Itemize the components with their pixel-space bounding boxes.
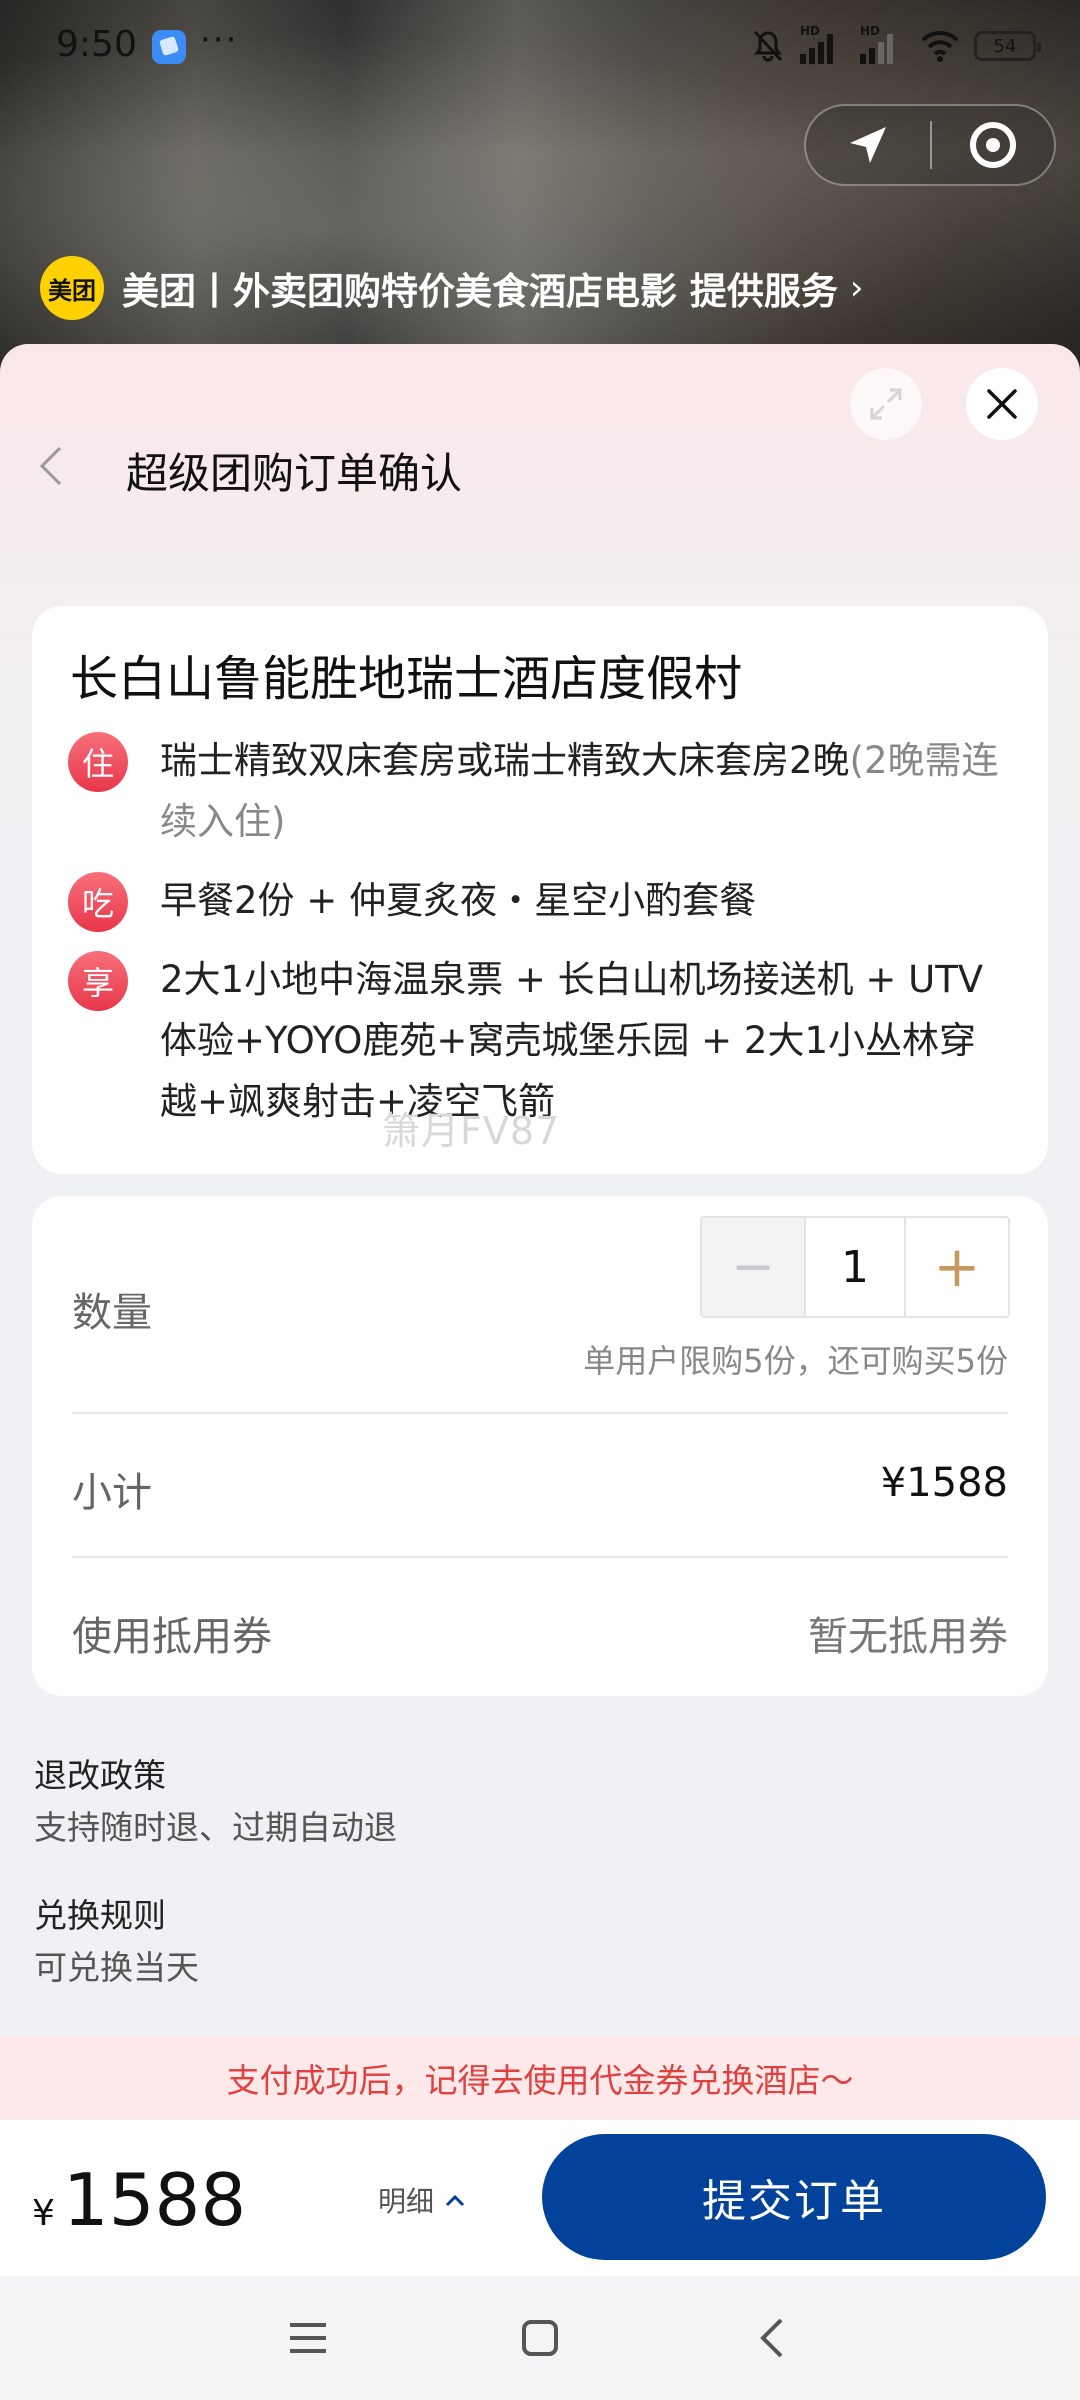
mini-program-capsule — [804, 104, 1056, 186]
navigation-arrow-icon — [850, 127, 886, 163]
quantity-stepper: − 1 + — [700, 1216, 1010, 1318]
order-sheet: 超级团购订单确认 长白山鲁能胜地瑞士酒店度假村 住 瑞士精致双床套房或瑞士精致大… — [0, 344, 1080, 2276]
menu-button[interactable] — [268, 2304, 348, 2372]
decrease-button[interactable]: − — [702, 1218, 804, 1316]
service-provider[interactable]: 美团 美团丨外卖团购特价美食酒店电影 提供服务 › — [40, 256, 864, 320]
status-bar: 9:50 ··· HD HD 54 — [0, 0, 1080, 96]
hotel-name: 长白山鲁能胜地瑞士酒店度假村 — [70, 651, 743, 707]
close-icon — [987, 389, 1017, 419]
total-amount: 1588 — [62, 2158, 247, 2242]
increase-button[interactable]: + — [906, 1218, 1008, 1316]
subtotal-value: ¥1588 — [880, 1460, 1008, 1506]
close-mini-program-button[interactable] — [932, 106, 1054, 184]
chevron-right-icon: › — [849, 268, 864, 308]
signal-1-icon: HD — [800, 24, 846, 64]
provider-text: 美团丨外卖团购特价美食酒店电影 提供服务 — [122, 270, 838, 313]
exchange-rules-title: 兑换规则 — [34, 1896, 166, 1935]
page-title: 超级团购订单确认 — [126, 449, 463, 498]
close-button[interactable] — [966, 368, 1038, 440]
chevron-up-icon — [445, 2194, 465, 2207]
signal-2-icon: HD — [860, 24, 906, 64]
divider — [72, 1556, 1008, 1558]
package-item-text: 早餐2份 + 仲夏炙夜・星空小酌套餐 — [160, 879, 757, 922]
package-item-stay: 住 瑞士精致双床套房或瑞士精致大床套房2晚(2晚需连续入住) — [68, 730, 1012, 852]
target-icon — [970, 122, 1016, 168]
currency-symbol: ¥ — [32, 2193, 55, 2234]
purchase-limit-note: 单用户限购5份，还可购买5份 — [583, 1342, 1008, 1380]
food-badge: 吃 — [68, 872, 128, 932]
coupon-label: 使用抵用券 — [72, 1614, 272, 1660]
quantity-label: 数量 — [72, 1290, 152, 1336]
stay-badge: 住 — [68, 732, 128, 792]
meituan-logo: 美团 — [40, 256, 104, 320]
home-button[interactable] — [500, 2304, 580, 2372]
mute-icon — [750, 28, 786, 64]
watermark: 箫月FV87 — [382, 1109, 561, 1153]
package-item-text: 2大1小地中海温泉票 + 长白山机场接送机 + UTV体验+YOYO鹿苑+窝壳城… — [160, 958, 984, 1123]
location-button[interactable] — [806, 106, 930, 184]
menu-icon — [290, 2323, 326, 2353]
coupon-value[interactable]: 暂无抵用券 — [808, 1604, 1008, 1662]
enjoy-badge: 享 — [68, 951, 128, 1011]
system-nav-bar — [0, 2276, 1080, 2400]
more-notifications-icon: ··· — [200, 20, 239, 60]
divider — [72, 1412, 1008, 1414]
quantity-value[interactable]: 1 — [804, 1218, 906, 1316]
system-back-button[interactable] — [732, 2304, 812, 2372]
home-icon — [522, 2320, 558, 2356]
refund-policy-text: 支持随时退、过期自动退 — [34, 1808, 397, 1847]
expand-button[interactable] — [850, 368, 922, 440]
refund-policy: 退改政策 支持随时退、过期自动退 — [34, 1750, 397, 1854]
chevron-left-icon — [39, 446, 62, 486]
total-price: ¥ 1588 — [32, 2158, 246, 2242]
order-card: 数量 − 1 + 单用户限购5份，还可购买5份 小计 ¥1588 使用抵用券 暂… — [32, 1196, 1048, 1696]
back-icon — [760, 2318, 783, 2358]
package-item-text: 瑞士精致双床套房或瑞士精致大床套房2晚(2晚需连续入住) — [160, 739, 999, 843]
exchange-rules: 兑换规则 可兑换当天 — [34, 1890, 199, 1994]
expand-icon — [870, 388, 902, 420]
status-time: 9:50 — [56, 24, 137, 65]
detail-label: 明细 — [378, 2185, 435, 2218]
status-indicators: HD HD 54 — [750, 24, 1041, 66]
subtotal-label: 小计 — [72, 1470, 152, 1516]
battery-icon: 54 — [974, 31, 1041, 61]
price-detail-toggle[interactable]: 明细 — [378, 2180, 466, 2220]
package-item-food: 吃 早餐2份 + 仲夏炙夜・星空小酌套餐 — [68, 870, 1012, 932]
checkout-bar: ¥ 1588 明细 提交订单 — [0, 2120, 1080, 2276]
payment-tip: 支付成功后，记得去使用代金券兑换酒店～ — [0, 2036, 1080, 2120]
wifi-icon — [920, 28, 960, 64]
exchange-rules-text: 可兑换当天 — [34, 1948, 199, 1987]
submit-order-button[interactable]: 提交订单 — [542, 2134, 1046, 2260]
app-notification-icon — [152, 30, 186, 64]
refund-policy-title: 退改政策 — [34, 1756, 166, 1795]
back-button[interactable] — [26, 436, 76, 496]
product-card: 长白山鲁能胜地瑞士酒店度假村 住 瑞士精致双床套房或瑞士精致大床套房2晚(2晚需… — [32, 606, 1048, 1174]
